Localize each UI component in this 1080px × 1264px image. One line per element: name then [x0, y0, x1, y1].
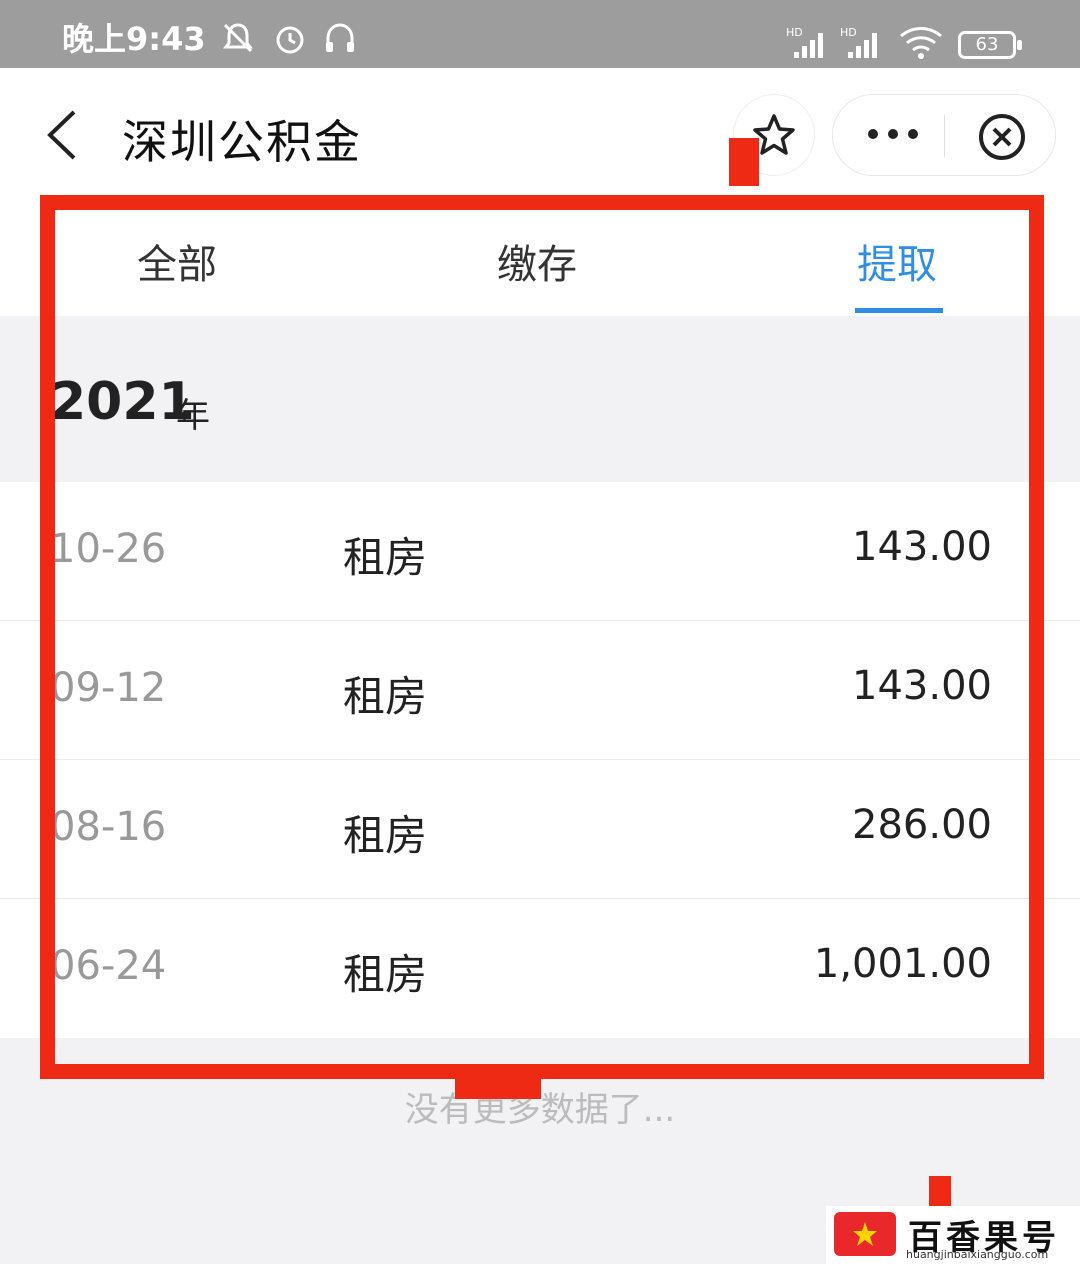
record-type: 租房	[343, 672, 428, 721]
battery-icon: 63	[958, 31, 1022, 59]
record-date: 10-26	[50, 526, 167, 572]
watermark-url: huangjinbaixiangguo.com	[906, 1248, 1049, 1261]
tab-all[interactable]: 全部	[137, 232, 217, 290]
record-date: 08-16	[50, 804, 167, 850]
headset-icon	[326, 23, 354, 52]
highlight-marker	[929, 1176, 951, 1206]
battery-level: 63	[975, 34, 999, 55]
record-type: 租房	[343, 533, 428, 582]
watermark-logo-icon	[834, 1212, 896, 1256]
status-bar: 晚上9:43 HD HD 63	[0, 0, 1080, 68]
highlight-marker	[455, 1079, 541, 1099]
record-amount: 143.00	[852, 663, 992, 709]
record-type: 租房	[343, 811, 428, 860]
tab-deposit[interactable]: 缴存	[497, 232, 577, 290]
active-tab-indicator	[855, 308, 943, 313]
more-dots-icon[interactable]	[863, 119, 923, 149]
record-row[interactable]: 06-24 租房 1,001.00	[0, 899, 1080, 1038]
record-amount: 1,001.00	[813, 941, 992, 987]
svg-text:HD: HD	[840, 26, 857, 39]
record-list: 10-26 租房 143.00 09-12 租房 143.00 08-16 租房…	[0, 482, 1080, 1038]
svg-text:HD: HD	[786, 26, 803, 39]
mute-bell-icon	[223, 23, 253, 53]
record-row[interactable]: 08-16 租房 286.00	[0, 760, 1080, 899]
record-amount: 143.00	[852, 524, 992, 570]
hd-signal-icon: HD	[840, 26, 877, 58]
tab-bar: 全部 缴存 提取	[0, 200, 1080, 316]
record-row[interactable]: 09-12 租房 143.00	[0, 621, 1080, 760]
record-row[interactable]: 10-26 租房 143.00	[0, 482, 1080, 621]
year-label: 2021	[50, 372, 195, 432]
mini-program-capsule	[832, 94, 1056, 176]
highlight-marker	[729, 138, 759, 186]
hd-signal-icon: HD	[786, 26, 823, 58]
watermark: 百香果号 huangjinbaixiangguo.com	[826, 1206, 1080, 1264]
status-time: 晚上9:43	[62, 20, 206, 58]
capsule-divider	[944, 115, 945, 157]
nav-bar: 深圳公积金	[0, 68, 1080, 200]
chevron-left-icon[interactable]	[42, 108, 82, 162]
tab-withdraw[interactable]: 提取	[857, 232, 937, 290]
alarm-icon	[276, 26, 304, 54]
year-suffix: 年	[176, 396, 210, 436]
record-amount: 286.00	[852, 802, 992, 848]
record-date: 06-24	[50, 943, 167, 989]
page-title: 深圳公积金	[122, 115, 362, 169]
record-date: 09-12	[50, 665, 167, 711]
close-circle-icon[interactable]	[977, 112, 1027, 162]
record-type: 租房	[343, 950, 428, 999]
year-section-header: 2021 年	[0, 316, 1080, 482]
wifi-icon	[900, 27, 942, 59]
